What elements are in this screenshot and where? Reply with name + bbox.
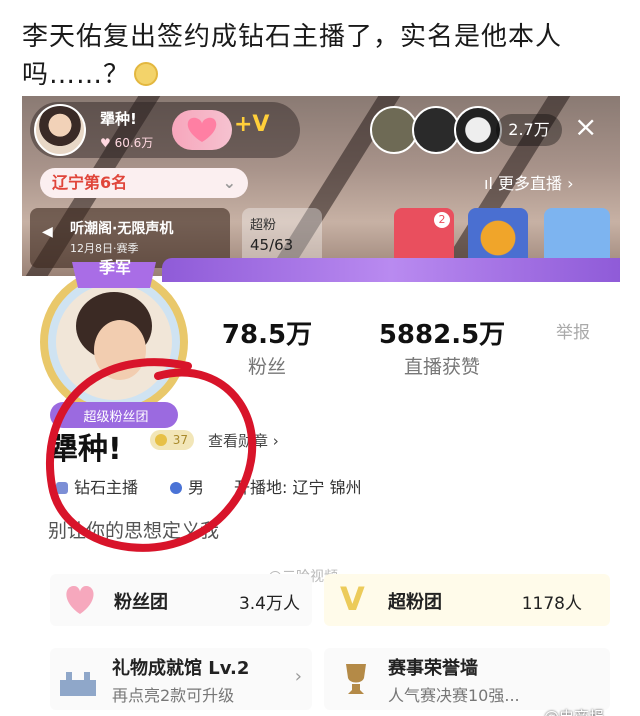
likes-label: 直播获赞: [403, 356, 480, 378]
chevron-down-icon: ⌄: [222, 173, 236, 192]
honor-wall-label: 赛事荣誉墙: [388, 658, 478, 679]
superfan-label: 超粉: [250, 218, 277, 233]
host-likes: ♥ 60.6万: [100, 136, 154, 150]
super-fans-label: 超粉团: [388, 592, 442, 613]
screenshot: 犟种! ♥ 60.6万 +V 2.7万 × 辽宁第6名 ⌄ ıl 更多直播 › …: [22, 96, 620, 716]
chevron-left-icon: ◀: [42, 224, 53, 240]
fan-group-label: 粉丝团: [114, 592, 168, 613]
bars-icon: ıl: [484, 174, 498, 193]
badge-top-label: 季军: [98, 258, 131, 277]
source-watermark: @电商报: [544, 706, 604, 716]
post-text: 李天佑复出签约成钻石主播了，实名是他本人吗……？: [22, 22, 563, 90]
trophy-icon: [346, 664, 366, 694]
super-fans-value: 1178人: [521, 594, 582, 614]
chevron-right-icon: ›: [294, 666, 302, 687]
rank-label: 辽宁第6名: [52, 173, 128, 192]
castle-icon: [60, 672, 96, 696]
more-live-link[interactable]: ıl 更多直播 ›: [484, 170, 573, 194]
purple-banner: [162, 258, 620, 282]
red-circle-annotation: [46, 358, 257, 552]
likes-count: 5882.5万: [378, 320, 506, 350]
viewer-avatar-3[interactable]: [454, 106, 502, 154]
rank-pill[interactable]: 辽宁第6名 ⌄: [40, 168, 248, 198]
viewer-count[interactable]: 2.7万: [496, 114, 562, 146]
ticker-title: 听潮阁·无限声机: [70, 221, 174, 237]
thinking-emoji-icon: [134, 62, 159, 86]
gold-v-icon: V: [340, 580, 365, 618]
gift-hall-card[interactable]: 礼物成就馆 Lv.2 再点亮2款可升级 ›: [50, 648, 312, 710]
honor-wall-sub: 人气赛决赛10强...: [388, 686, 520, 705]
post-text-block: 李天佑复出签约成钻石主播了，实名是他本人吗……？: [22, 18, 622, 94]
pink-heart-icon: [66, 586, 94, 614]
fan-group-card[interactable]: 粉丝团 3.4万人: [50, 574, 312, 626]
honor-wall-card[interactable]: 赛事荣誉墙 人气赛决赛10强...: [324, 648, 610, 710]
host-avatar[interactable]: [34, 104, 86, 156]
super-fans-card[interactable]: V 超粉团 1178人: [324, 574, 610, 626]
heart-badge-icon[interactable]: [172, 110, 232, 150]
gift-hall-sub: 再点亮2款可升级: [112, 686, 235, 705]
gift-hall-label: 礼物成就馆 Lv.2: [112, 658, 250, 679]
close-icon[interactable]: ×: [574, 110, 597, 143]
live-room-header: 犟种! ♥ 60.6万 +V 2.7万 × 辽宁第6名 ⌄ ıl 更多直播 › …: [22, 96, 620, 282]
plus-v-button[interactable]: +V: [234, 112, 269, 137]
host-name: 犟种!: [100, 110, 137, 128]
fan-group-value: 3.4万人: [238, 594, 300, 614]
report-link[interactable]: 举报: [556, 318, 590, 343]
viewer-avatar-1[interactable]: [370, 106, 418, 154]
more-live-label: 更多直播: [497, 174, 562, 193]
viewer-avatar-2[interactable]: [412, 106, 460, 154]
heart-shape: [187, 117, 217, 142]
host-likes-value: 60.6万: [114, 136, 154, 150]
gift-count-badge: 2: [434, 212, 450, 228]
superfan-progress: 45/63: [250, 236, 294, 254]
